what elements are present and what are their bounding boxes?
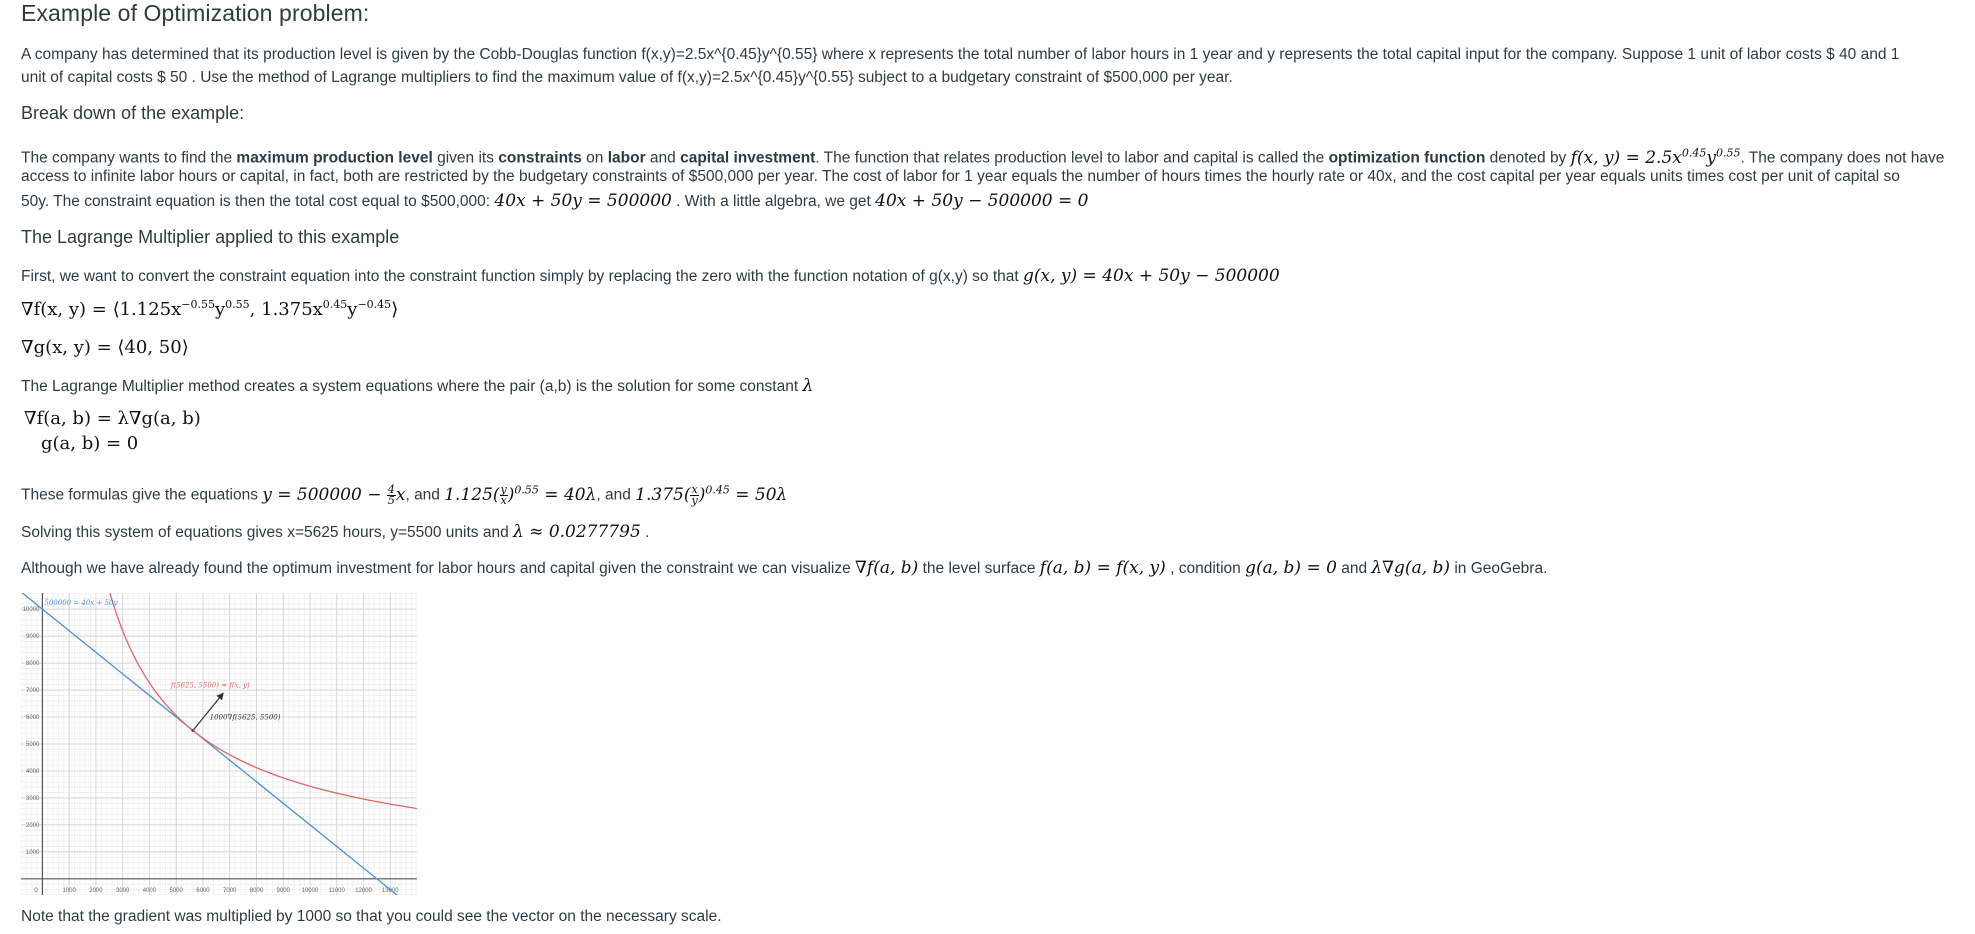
math-text: ∇f(x, y) = ⟨1.125x bbox=[21, 299, 182, 320]
math-lambda-eq-2: 1.375(x y)0.45 = 50λ bbox=[635, 483, 788, 507]
x-tick-label: 4000 bbox=[143, 888, 157, 894]
math-y-equation: y = 500000 − 45x bbox=[262, 484, 406, 507]
text: . With a little algebra, we get bbox=[671, 193, 876, 210]
breakdown-paragraph-line-3: 50y. The constraint equation is then the… bbox=[21, 189, 1089, 214]
fraction: yx bbox=[499, 484, 508, 507]
system-equation-1: ∇f(a, b) = λ∇g(a, b) bbox=[24, 408, 201, 429]
math-text: y bbox=[215, 299, 226, 320]
x-tick-label: 13000 bbox=[382, 888, 399, 894]
math-text: 1.375( bbox=[635, 484, 691, 505]
text: 50y. The constraint equation is then the… bbox=[21, 193, 495, 210]
constraint-function-paragraph: First, we want to convert the constraint… bbox=[21, 264, 1280, 289]
math-lambda-gradient: λ∇g(a, b) bbox=[1371, 558, 1451, 578]
constraint-line-label: 500000 = 40x + 50y bbox=[44, 599, 118, 607]
x-tick-label: 7000 bbox=[223, 888, 237, 894]
exponent: −0.45 bbox=[357, 298, 392, 311]
math-text: y bbox=[347, 299, 358, 320]
text: in GeoGebra. bbox=[1450, 560, 1548, 577]
y-tick-label: 6000 bbox=[26, 715, 40, 721]
math-constraint-equation: 40x + 50y = 500000 bbox=[494, 191, 672, 211]
optimum-point bbox=[191, 728, 195, 733]
x-tick-label: 3000 bbox=[116, 888, 130, 894]
math-text: y = 500000 − bbox=[262, 484, 387, 505]
exponent: 0.55 bbox=[225, 298, 250, 311]
math-gradient: ∇f(a, b) bbox=[855, 558, 919, 578]
x-tick-label: 9000 bbox=[277, 888, 291, 894]
denominator: 5 bbox=[387, 493, 395, 507]
exponent: −0.55 bbox=[181, 298, 215, 311]
gradient-f-equation: ∇f(x, y) = ⟨1.125x−0.55y0.55, 1.375x0.45… bbox=[21, 298, 398, 320]
gradient-vector-label: 1000∇f(5625, 5500) bbox=[210, 714, 281, 722]
math-text: = 50λ bbox=[729, 484, 788, 505]
y-tick-label: 9000 bbox=[26, 634, 40, 640]
intro-line-1: A company has determined that its produc… bbox=[21, 46, 1900, 63]
math-text: , 1.375x bbox=[249, 299, 323, 320]
lagrange-heading: The Lagrange Multiplier applied to this … bbox=[21, 227, 400, 247]
y-tick-label: 2000 bbox=[26, 823, 40, 829]
text: , and bbox=[405, 486, 445, 504]
level-curve-label: f(5625, 5500) = f(x, y) bbox=[170, 681, 250, 689]
exponent: 0.45 bbox=[705, 483, 730, 496]
breakdown-paragraph-line-2: access to infinite labor hours or capita… bbox=[21, 168, 1900, 185]
denominator: y bbox=[691, 493, 698, 507]
system-intro-paragraph: The Lagrange Multiplier method creates a… bbox=[21, 374, 813, 399]
x-tick-label: 1000 bbox=[62, 888, 76, 894]
x-tick-label: 8000 bbox=[250, 888, 264, 894]
page-title: Example of Optimization problem: bbox=[21, 0, 370, 26]
y-tick-label: 4000 bbox=[26, 769, 40, 775]
text: , and bbox=[596, 486, 636, 504]
math-condition: g(a, b) = 0 bbox=[1245, 558, 1337, 578]
math-level-surface: f(a, b) = f(x, y) bbox=[1039, 558, 1166, 578]
text: the level surface bbox=[918, 560, 1040, 577]
text: . bbox=[640, 524, 650, 541]
math-lambda: λ bbox=[802, 376, 814, 396]
exponent: 0.55 bbox=[1715, 146, 1741, 159]
exponent: 0.45 bbox=[1681, 146, 1707, 159]
math-constraint-function: g(x, y) = 40x + 50y − 500000 bbox=[1023, 266, 1280, 286]
text: and bbox=[1336, 560, 1372, 577]
text: Although we have already found the optim… bbox=[21, 560, 856, 577]
text: First, we want to convert the constraint… bbox=[21, 268, 1023, 285]
fraction: xy bbox=[690, 484, 699, 507]
x-tick-label: 12000 bbox=[355, 888, 372, 894]
x-tick-label: 6000 bbox=[196, 888, 210, 894]
x-tick-label: 0 bbox=[34, 888, 38, 894]
text: The Lagrange Multiplier method creates a… bbox=[21, 378, 803, 395]
y-tick-label: 10000 bbox=[23, 607, 40, 613]
y-tick-label: 1000 bbox=[26, 850, 40, 856]
y-tick-label: 8000 bbox=[26, 661, 40, 667]
fraction: 45 bbox=[386, 484, 396, 507]
x-tick-label: 5000 bbox=[170, 888, 184, 894]
math-text: ⟩ bbox=[391, 299, 399, 320]
formulas-paragraph: These formulas give the equations y = 50… bbox=[21, 478, 787, 508]
breakdown-heading: Break down of the example: bbox=[21, 103, 245, 123]
math-text: = 40λ bbox=[538, 484, 597, 505]
denominator: x bbox=[500, 493, 507, 507]
math-text: 1.125( bbox=[444, 484, 500, 505]
system-equation-2: g(a, b) = 0 bbox=[41, 433, 139, 454]
x-tick-label: 11000 bbox=[329, 888, 346, 894]
exponent: 0.55 bbox=[514, 483, 539, 496]
y-tick-label: 5000 bbox=[26, 742, 40, 748]
gradient-g-equation: ∇g(x, y) = ⟨40, 50⟩ bbox=[21, 337, 189, 358]
geogebra-graph: 0 1000 2000 3000 4000 5000 6000 7000 8000 9000 100… bbox=[21, 593, 417, 895]
text: These formulas give the equations bbox=[21, 486, 263, 504]
exponent: 0.45 bbox=[322, 298, 348, 311]
intro-line-2: unit of capital costs $ 50 . Use the met… bbox=[21, 69, 1233, 86]
y-tick-label: 3000 bbox=[26, 796, 40, 802]
text: Solving this system of equations gives x… bbox=[21, 524, 513, 541]
solution-paragraph: Solving this system of equations gives x… bbox=[21, 520, 649, 545]
gradient-note: Note that the gradient was multiplied by… bbox=[21, 908, 722, 925]
math-constraint-zero: 40x + 50y − 500000 = 0 bbox=[875, 191, 1089, 211]
x-tick-label: 2000 bbox=[89, 888, 103, 894]
math-lambda-eq-1: 1.125(y x)0.55 = 40λ bbox=[444, 483, 597, 507]
y-tick-label: 7000 bbox=[26, 688, 40, 694]
math-text: x bbox=[395, 484, 406, 505]
visualize-paragraph: Although we have already found the optim… bbox=[21, 556, 1547, 581]
text: , condition bbox=[1165, 560, 1246, 577]
math-lambda-value: λ ≈ 0.0277795 bbox=[513, 522, 641, 542]
x-tick-label: 10000 bbox=[302, 888, 319, 894]
